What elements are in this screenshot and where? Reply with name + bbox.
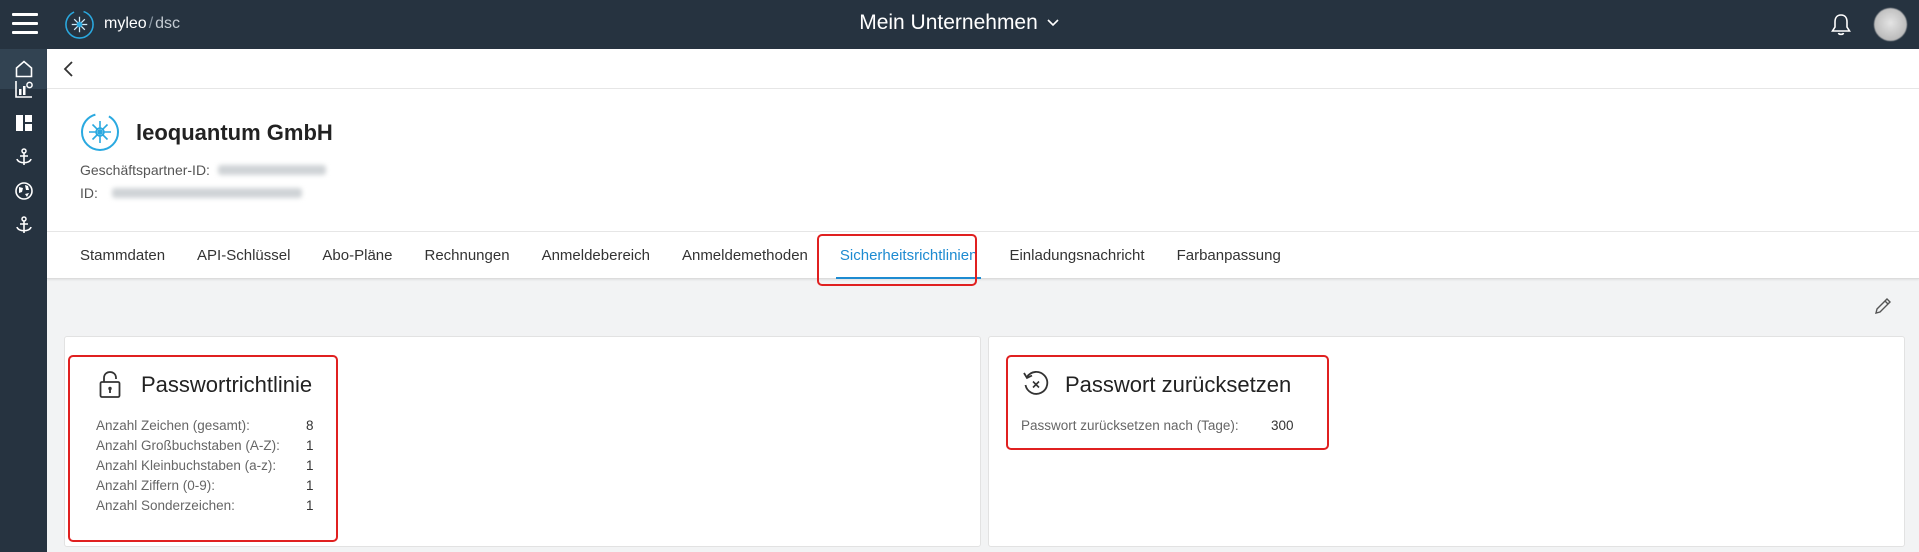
- back-row: [47, 49, 1919, 89]
- partner-id-label: Geschäftspartner-ID:: [80, 162, 210, 178]
- sidebar: [0, 49, 47, 552]
- password-reset-card: Passwort zurücksetzen Passwort zurückset…: [988, 336, 1905, 547]
- anchor-icon: [15, 148, 32, 165]
- top-bar: myleo / dsc Mein Unternehmen: [0, 0, 1919, 49]
- id-redacted: [111, 188, 302, 198]
- policy-row-digits: Anzahl Ziffern (0-9): 1: [96, 478, 314, 493]
- tab-einladungsnachricht[interactable]: Einladungsnachricht: [993, 232, 1160, 279]
- partner-id-row: Geschäftspartner-ID:: [80, 162, 326, 178]
- lock-icon: [99, 371, 121, 398]
- tab-rechnungen[interactable]: Rechnungen: [408, 232, 525, 279]
- globe-icon: [14, 182, 33, 200]
- policy-row-lowercase: Anzahl Kleinbuchstaben (a-z): 1: [96, 458, 314, 473]
- password-reset-title: Passwort zurücksetzen: [1065, 372, 1292, 397]
- tab-sicherheitsrichtlinien[interactable]: Sicherheitsrichtlinien: [824, 232, 994, 279]
- brand-name: myleo / dsc: [104, 15, 180, 33]
- dashboard-icon: [15, 115, 32, 131]
- menu-icon[interactable]: [12, 13, 38, 35]
- reset-history-icon: [1023, 370, 1049, 395]
- policy-value: 1: [306, 438, 314, 453]
- policy-label: Anzahl Sonderzeichen:: [96, 498, 235, 513]
- policy-row-total: Anzahl Zeichen (gesamt): 8: [96, 418, 314, 433]
- password-policy-title: Passwortrichtlinie: [141, 372, 313, 397]
- policy-label: Anzahl Ziffern (0-9):: [96, 478, 216, 493]
- policy-label: Anzahl Kleinbuchstaben (a-z):: [96, 458, 277, 473]
- chart-settings-icon: [14, 81, 33, 98]
- policy-row-uppercase: Anzahl Großbuchstaben (A-Z): 1: [96, 438, 314, 453]
- reset-row: Passwort zurücksetzen nach (Tage): 300: [1021, 418, 1294, 433]
- anchor-icon: [15, 216, 32, 233]
- tab-bar: Stammdaten API-Schlüssel Abo-Pläne Rechn…: [80, 232, 1297, 279]
- company-logo-icon: [81, 113, 119, 151]
- avatar[interactable]: [1874, 8, 1907, 41]
- id-label: ID:: [80, 185, 98, 201]
- policy-value: 1: [306, 478, 314, 493]
- myleo-logo-icon[interactable]: [64, 9, 95, 40]
- tab-api-schluessel[interactable]: API-Schlüssel: [181, 232, 306, 279]
- policy-row-special: Anzahl Sonderzeichen: 1: [96, 498, 314, 513]
- brand-separator: /: [148, 15, 154, 32]
- reset-value: 300: [1271, 418, 1294, 433]
- company-header: leoquantum GmbH Geschäftspartner-ID: ID:…: [47, 49, 1919, 279]
- back-arrow-icon[interactable]: [59, 59, 79, 79]
- brand-secondary: dsc: [155, 15, 181, 32]
- sidebar-item-anchor-2[interactable]: [0, 205, 47, 245]
- bell-icon[interactable]: [1828, 12, 1854, 38]
- tab-anmeldebereich[interactable]: Anmeldebereich: [526, 232, 666, 279]
- org-switcher-wrap: Mein Unternehmen: [0, 11, 1919, 35]
- reset-label: Passwort zurücksetzen nach (Tage):: [1021, 418, 1239, 433]
- org-name: Mein Unternehmen: [859, 11, 1038, 34]
- brand-primary: myleo: [104, 15, 147, 32]
- id-row: ID:: [80, 185, 302, 201]
- edit-pencil-icon[interactable]: [1873, 296, 1893, 316]
- policy-value: 1: [306, 458, 314, 473]
- tab-anmeldemethoden[interactable]: Anmeldemethoden: [666, 232, 824, 279]
- tab-abo-plaene[interactable]: Abo-Pläne: [306, 232, 408, 279]
- policy-label: Anzahl Großbuchstaben (A-Z):: [96, 438, 280, 453]
- org-switcher[interactable]: Mein Unternehmen: [859, 11, 1060, 35]
- tab-farbanpassung[interactable]: Farbanpassung: [1161, 232, 1297, 279]
- password-policy-card: Passwortrichtlinie Anzahl Zeichen (gesam…: [64, 336, 981, 547]
- policy-value: 8: [306, 418, 314, 433]
- policy-label: Anzahl Zeichen (gesamt):: [96, 418, 250, 433]
- policy-value: 1: [306, 498, 314, 513]
- tab-stammdaten[interactable]: Stammdaten: [80, 232, 181, 279]
- company-name: leoquantum GmbH: [136, 120, 333, 145]
- chevron-down-icon: [1047, 19, 1059, 27]
- partner-id-redacted: [217, 165, 326, 175]
